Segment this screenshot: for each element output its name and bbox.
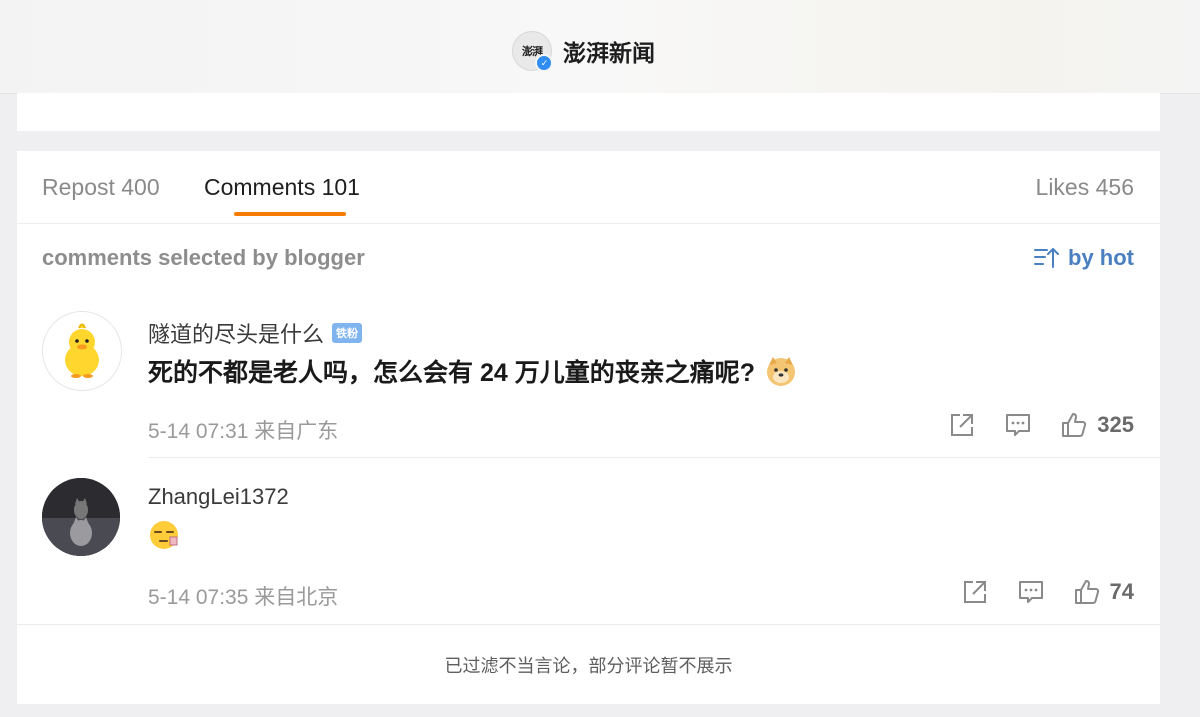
avatar[interactable] (42, 478, 120, 556)
comment-divider (148, 457, 1160, 458)
account-header[interactable]: 澎湃 ✓ 澎湃新闻 (512, 31, 655, 72)
tab-repost[interactable]: Repost 400 (42, 174, 160, 201)
comment-username-text[interactable]: 隧道的尽头是什么 (148, 317, 324, 349)
more-dots-icon[interactable] (571, 0, 607, 2)
fan-badge: 铁粉 (332, 323, 363, 343)
comments-card: Repost 400 Comments 101 Likes 456 commen… (17, 151, 1160, 704)
active-tab-indicator (234, 212, 346, 216)
duck-avatar-icon (43, 312, 121, 390)
top-bar: 澎湃 ✓ 澎湃新闻 (0, 0, 1200, 94)
like-icon[interactable] (1074, 579, 1100, 605)
post-card-bottom (17, 93, 1160, 131)
comment-timestamp: 5-14 07:35 来自北京 (148, 586, 339, 609)
comment-actions: 74 (932, 579, 1134, 605)
reply-icon[interactable] (1005, 412, 1031, 438)
sort-by-hot-button[interactable]: by hot (1034, 245, 1134, 271)
verified-icon: ✓ (535, 54, 553, 72)
comment-actions: 325 (919, 412, 1134, 438)
comment-username[interactable]: 隧道的尽头是什么 铁粉 (148, 317, 363, 349)
reply-icon[interactable] (1018, 579, 1044, 605)
sort-label: by hot (1068, 245, 1134, 270)
share-icon[interactable] (962, 579, 988, 605)
account-name[interactable]: 澎湃新闻 (563, 34, 655, 68)
section-title: comments selected by blogger (42, 245, 365, 270)
comment-timestamp: 5-14 07:31 来自广东 (148, 420, 339, 443)
like-count: 325 (1097, 412, 1134, 437)
sort-icon (1034, 248, 1059, 268)
share-icon[interactable] (949, 412, 975, 438)
tab-likes[interactable]: Likes 456 (1036, 174, 1134, 201)
like-count: 74 (1109, 579, 1134, 604)
footer-divider (17, 624, 1160, 625)
comment-username-text[interactable]: ZhangLei1372 (148, 484, 289, 510)
tab-bar: Repost 400 Comments 101 Likes 456 (17, 151, 1160, 224)
like-icon[interactable] (1061, 412, 1087, 438)
cat-reflection-avatar-icon (42, 478, 120, 556)
sleepy-face-emoji-icon (150, 521, 178, 549)
comment-text-content: 死的不都是老人吗，怎么会有 24 万儿童的丧亲之痛呢? (148, 359, 755, 387)
comment-username[interactable]: ZhangLei1372 (148, 484, 289, 510)
tab-comments[interactable]: Comments 101 (204, 174, 360, 201)
account-avatar[interactable]: 澎湃 ✓ (512, 31, 553, 72)
comment-text: 死的不都是老人吗，怎么会有 24 万儿童的丧亲之痛呢? (148, 353, 797, 389)
doge-emoji-icon (766, 357, 795, 386)
comment-text (148, 519, 180, 551)
avatar[interactable] (42, 311, 122, 391)
filtered-comments-note: 已过滤不当言论，部分评论暂不展示 (444, 656, 733, 676)
